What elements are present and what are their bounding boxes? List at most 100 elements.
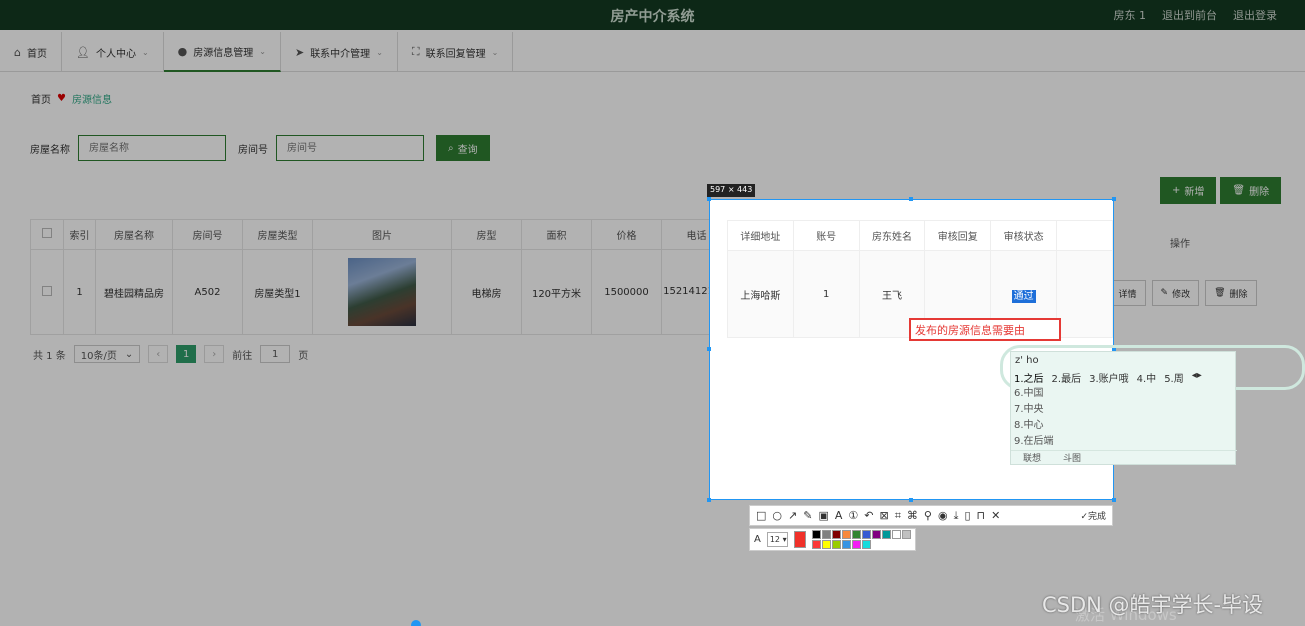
ime-page-arrows-icon[interactable]: ◂▸	[1192, 370, 1202, 385]
text-icon[interactable]: A	[835, 509, 843, 522]
text-annotation[interactable]: 发布的房源信息需要由	[909, 318, 1061, 341]
download-icon[interactable]: ⤓	[954, 509, 959, 523]
color-swatch[interactable]	[892, 530, 901, 539]
resize-handle[interactable]	[1112, 197, 1116, 201]
nav-agent[interactable]: ➤ 联系中介管理 ⌄	[281, 32, 398, 72]
resize-handle[interactable]	[707, 197, 711, 201]
color-swatch[interactable]	[852, 540, 861, 549]
checkbox[interactable]	[42, 228, 52, 238]
font-size-select[interactable]: 12 ▾	[766, 532, 789, 547]
user-icon: 👤︎	[75, 45, 90, 59]
ime-candidate[interactable]: 1.之后	[1014, 370, 1044, 385]
house-image[interactable]	[348, 258, 416, 326]
pen-icon[interactable]: ✎	[803, 509, 812, 522]
room-label: 房间号	[238, 144, 268, 156]
record-icon[interactable]: ◉	[938, 509, 948, 522]
page-number[interactable]: 1	[176, 345, 197, 363]
query-label: 查询	[457, 144, 478, 156]
font-icon: A	[754, 534, 761, 545]
color-swatch[interactable]	[882, 530, 891, 539]
edit-label: 修改	[1172, 289, 1191, 300]
delete-button[interactable]: 🗑︎ 删除	[1220, 177, 1282, 204]
room-search-input[interactable]	[276, 135, 424, 161]
resize-handle[interactable]	[1112, 498, 1116, 502]
ime-tab[interactable]: 斗图	[1063, 451, 1081, 464]
ime-candidate[interactable]: 3.账户哦	[1089, 370, 1129, 385]
rectangle-icon[interactable]: □	[756, 509, 766, 522]
row-select-cell[interactable]	[30, 249, 64, 335]
bookmark-icon[interactable]: ⊓	[977, 509, 986, 522]
table-cell: A502	[172, 249, 243, 335]
color-palette	[812, 530, 911, 549]
color-swatch[interactable]	[842, 530, 851, 539]
checkbox[interactable]	[42, 285, 52, 296]
mosaic-icon[interactable]: ▣	[818, 509, 828, 522]
prev-page-button[interactable]: ‹	[148, 345, 169, 363]
name-search-input[interactable]	[78, 135, 226, 161]
color-swatch[interactable]	[852, 530, 861, 539]
color-swatch[interactable]	[902, 530, 911, 539]
nav-reply[interactable]: ⛶ 联系回复管理 ⌄	[398, 32, 514, 72]
breadcrumb-current: 房源信息	[71, 95, 112, 106]
ime-candidate[interactable]: 5.周	[1164, 370, 1184, 385]
resize-handle[interactable]	[909, 498, 913, 502]
color-swatch[interactable]	[832, 540, 841, 549]
ime-candidate[interactable]: 9.在后端	[1014, 434, 1054, 450]
nav-home[interactable]: ⌂ 首页	[0, 32, 62, 72]
done-button[interactable]: ✓完成	[1080, 509, 1106, 522]
close-icon[interactable]: ✕	[991, 509, 1000, 522]
translate-icon[interactable]: ⌘	[907, 509, 918, 522]
color-swatch[interactable]	[812, 540, 821, 549]
col-header: 图片	[312, 219, 452, 250]
resize-handle[interactable]	[909, 197, 913, 201]
edit-button[interactable]: ✎ 修改	[1151, 280, 1200, 306]
goto-input[interactable]: 1	[260, 345, 291, 363]
table-cell: 120平方米	[521, 249, 592, 335]
add-button[interactable]: + 新增	[1160, 177, 1217, 204]
color-swatch[interactable]	[812, 530, 821, 539]
pagination: 共 1 条 10条/页 ⌄ ‹ 1 › 前往 1 页	[33, 345, 308, 363]
nav-personal[interactable]: 👤︎ 个人中心 ⌄	[62, 32, 164, 72]
col-header: 审核回复	[924, 220, 992, 251]
breadcrumb-home[interactable]: 首页	[31, 91, 51, 106]
circle-icon[interactable]: ○	[772, 509, 782, 522]
ime-candidate[interactable]: 4.中	[1137, 370, 1157, 385]
color-swatch[interactable]	[822, 530, 831, 539]
ime-candidate[interactable]: 8.中心	[1014, 418, 1054, 434]
front-link[interactable]: 退出到前台	[1162, 7, 1217, 23]
ime-tab[interactable]: 联想	[1023, 451, 1041, 464]
undo-icon[interactable]: ↶	[864, 509, 873, 522]
number-icon[interactable]: ①	[848, 509, 858, 522]
ime-candidate[interactable]: 6.中国	[1014, 386, 1054, 402]
crop-icon[interactable]: ⊠	[879, 509, 888, 522]
page-size-select[interactable]: 10条/页 ⌄	[73, 345, 141, 363]
color-swatch[interactable]	[862, 540, 871, 549]
color-swatch[interactable]	[832, 530, 841, 539]
row-delete-button[interactable]: 🗑︎ 删除	[1205, 280, 1257, 306]
color-swatch[interactable]	[842, 540, 851, 549]
logout-link[interactable]: 退出登录	[1233, 7, 1277, 23]
arrow-icon[interactable]: ↗	[788, 509, 797, 522]
ocr-icon[interactable]: ⌗	[895, 509, 901, 523]
select-all-cell[interactable]	[30, 219, 64, 250]
col-header: 索引	[63, 219, 96, 250]
ime-candidate[interactable]: 2.最后	[1052, 370, 1082, 385]
resize-handle[interactable]	[707, 498, 711, 502]
current-color-swatch[interactable]	[794, 531, 806, 548]
row-delete-label: 删除	[1229, 289, 1248, 300]
table-row[interactable]: 1 碧桂园精品房 A502 房屋类型1 电梯房 120平方米 1500000 1…	[30, 249, 732, 335]
query-button[interactable]: ⌕ 查询	[436, 135, 490, 161]
nav-house[interactable]: ● 房源信息管理 ⌄	[163, 32, 281, 72]
ime-candidate[interactable]: 7.中央	[1014, 402, 1054, 418]
color-swatch[interactable]	[822, 540, 831, 549]
color-swatch[interactable]	[872, 530, 881, 539]
next-page-button[interactable]: ›	[204, 345, 225, 363]
op-header: 操作	[1170, 239, 1190, 250]
resize-handle[interactable]	[707, 347, 711, 351]
table-toolbar: + 新增 🗑︎ 删除	[1160, 177, 1282, 204]
col-header: 房型	[451, 219, 522, 250]
phone-icon[interactable]: ▯	[964, 509, 970, 522]
color-swatch[interactable]	[862, 530, 871, 539]
pin-icon[interactable]: ⚲	[924, 509, 932, 522]
capture-header-row: 详细地址 账号 房东姓名 审核回复 审核状态	[727, 220, 1113, 251]
